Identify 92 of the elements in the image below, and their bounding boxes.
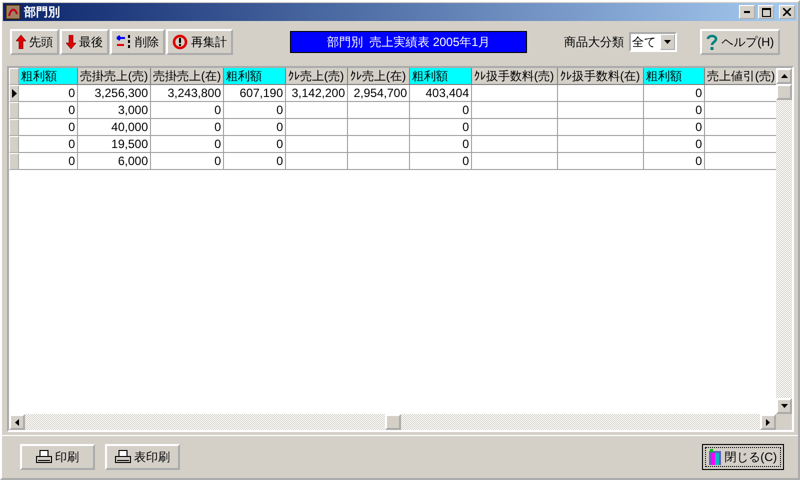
scroll-thumb[interactable] [776, 84, 792, 100]
scrollbar-corner [776, 414, 792, 430]
up-triangle-icon [780, 74, 788, 78]
table-cell: 0 [151, 136, 224, 153]
column-header[interactable]: 売掛売上(在) [151, 68, 224, 85]
empty-cell [348, 119, 410, 136]
down-triangle-icon [780, 404, 788, 408]
scroll-right-button[interactable] [760, 414, 776, 430]
toolbar-button[interactable]: 削除 [110, 29, 165, 55]
table-cell: 3,256,300 [78, 85, 151, 102]
table-cell: 0 [644, 85, 705, 102]
column-header[interactable]: 粗利額 [644, 68, 705, 85]
column-header[interactable]: ｸﾚ扱手数料(売) [472, 68, 558, 85]
table-cell: 0 [19, 119, 78, 136]
delete-rows-icon [116, 35, 132, 49]
table-cell: 0 [644, 136, 705, 153]
column-header[interactable]: 売上値引(売) [705, 68, 776, 85]
empty-cell [348, 102, 410, 119]
current-row-icon [12, 89, 16, 98]
empty-cell [348, 136, 410, 153]
scroll-up-button[interactable] [776, 68, 792, 84]
down-arrow-icon [66, 35, 76, 49]
table-cell: 40,000 [78, 119, 151, 136]
empty-cell [286, 102, 348, 119]
close-icon [783, 8, 791, 16]
table-cell: 0 [410, 119, 472, 136]
app-icon [5, 4, 21, 20]
toolbar-button[interactable]: 再集計 [166, 29, 233, 55]
empty-cell [286, 136, 348, 153]
empty-cell [286, 119, 348, 136]
door-icon [709, 449, 722, 465]
table-cell: 0 [410, 136, 472, 153]
toolbar-button[interactable]: 先頭 [10, 29, 59, 55]
empty-cell [348, 153, 410, 170]
question-mark-icon [706, 34, 718, 50]
scroll-thumb[interactable] [384, 414, 400, 430]
row-header[interactable] [9, 85, 19, 102]
table-cell: 0 [19, 136, 78, 153]
table-cell: 0 [151, 153, 224, 170]
print-button[interactable]: 印刷 [20, 444, 95, 470]
up-arrow-icon [16, 35, 26, 49]
column-header[interactable]: 粗利額 [410, 68, 472, 85]
table-cell: 0 [224, 119, 286, 136]
table-cell: 19,500 [78, 136, 151, 153]
printer-icon [115, 450, 131, 464]
table-cell: 3,243,800 [151, 85, 224, 102]
table-cell: 6,000 [78, 153, 151, 170]
empty-cell [286, 153, 348, 170]
table-cell: 0 [224, 136, 286, 153]
close-window-button[interactable]: 閉じる(C) [702, 444, 784, 470]
table-cell: 3,142,200 [286, 85, 348, 102]
maximize-icon [762, 8, 770, 16]
window-title: 部門別 [24, 4, 61, 20]
table-cell: 607,190 [224, 85, 286, 102]
column-header[interactable]: ｸﾚ扱手数料(在) [558, 68, 644, 85]
table-cell: 0 [410, 102, 472, 119]
category-dropdown[interactable]: 全て [629, 32, 677, 52]
table-cell: 0 [151, 102, 224, 119]
table-cell: 0 [644, 119, 705, 136]
table-cell: 403,404 [410, 85, 472, 102]
refresh-icon [172, 34, 188, 50]
column-header[interactable]: 粗利額 [19, 68, 78, 85]
dropdown-arrow-icon [664, 40, 671, 44]
table-cell: 0 [151, 119, 224, 136]
left-triangle-icon [15, 418, 19, 426]
printer-icon [36, 450, 52, 464]
table-cell: 0 [644, 102, 705, 119]
table-cell: 0 [19, 102, 78, 119]
right-triangle-icon [766, 418, 770, 426]
minimize-icon [744, 11, 750, 13]
table-cell: 0 [19, 85, 78, 102]
category-label: 商品大分類 [564, 34, 624, 50]
report-title: 部門別 売上実績表 2005年1月 [290, 31, 527, 53]
close-button[interactable] [779, 5, 795, 19]
print-button[interactable]: 表印刷 [105, 444, 180, 470]
table-cell: 0 [19, 153, 78, 170]
minimize-button[interactable] [739, 5, 755, 19]
column-header[interactable]: ｸﾚ売上(売) [286, 68, 348, 85]
scroll-left-button[interactable] [9, 414, 25, 430]
table-cell: 0 [224, 102, 286, 119]
maximize-button[interactable] [758, 5, 774, 19]
toolbar-button[interactable]: 最後 [60, 29, 109, 55]
column-header[interactable]: ｸﾚ売上(在) [348, 68, 410, 85]
scroll-down-button[interactable] [776, 398, 792, 414]
table-cell: 3,000 [78, 102, 151, 119]
table-cell: 0 [644, 153, 705, 170]
table-cell: 0 [410, 153, 472, 170]
help-button[interactable]: ヘルプ(H) [700, 29, 780, 55]
column-header[interactable]: 粗利額 [224, 68, 286, 85]
table-cell: 2,954,700 [348, 85, 410, 102]
table-cell: 0 [224, 153, 286, 170]
column-header[interactable]: 売掛売上(売) [78, 68, 151, 85]
